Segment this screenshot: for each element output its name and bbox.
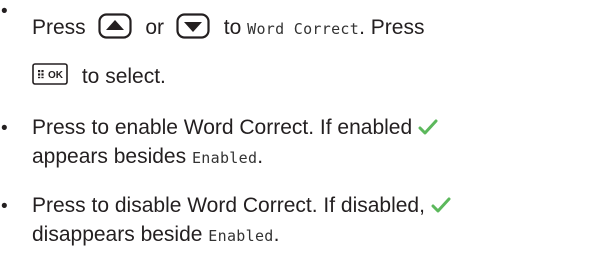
press-text-2: . Press bbox=[359, 16, 425, 39]
menu-ok-key-icon: OK bbox=[32, 63, 68, 86]
checkmark-icon bbox=[418, 118, 438, 136]
enable-period: . bbox=[257, 145, 264, 168]
enable-appears-text: appears besides bbox=[32, 145, 187, 168]
step-1-line-1: Press or to Word Correct. Press bbox=[32, 13, 425, 42]
press-text: Press bbox=[32, 16, 86, 39]
disable-period: . bbox=[273, 223, 280, 246]
disable-line-2: disappears beside Enabled. bbox=[32, 222, 279, 249]
to-select-text: to select. bbox=[81, 65, 166, 88]
enable-line-2: appears besides Enabled. bbox=[32, 144, 263, 171]
enabled-label: Enabled bbox=[208, 227, 274, 245]
up-arrow-key-icon bbox=[97, 13, 132, 40]
step-1-bullet: • bbox=[1, 1, 8, 22]
to-text: to bbox=[223, 16, 242, 39]
enabled-label: Enabled bbox=[191, 149, 258, 167]
menu-item-word-correct: Word Correct bbox=[247, 20, 360, 38]
disable-text: Press to disable Word Correct. If disabl… bbox=[32, 194, 425, 217]
or-text: or bbox=[145, 16, 165, 39]
ok-key-label: OK bbox=[48, 70, 64, 81]
step-1-line-2: OK to select. bbox=[32, 63, 166, 90]
disable-line-1: Press to disable Word Correct. If disabl… bbox=[32, 193, 451, 219]
disable-bullet: • bbox=[1, 196, 8, 217]
enable-line-1: Press to enable Word Correct. If enabled bbox=[32, 115, 438, 141]
checkmark-icon bbox=[431, 196, 451, 214]
down-arrow-key-icon bbox=[176, 13, 210, 40]
disable-disappears-text: disappears beside bbox=[32, 223, 203, 246]
enable-bullet: • bbox=[1, 118, 8, 139]
enable-text: Press to enable Word Correct. If enabled bbox=[32, 116, 413, 139]
